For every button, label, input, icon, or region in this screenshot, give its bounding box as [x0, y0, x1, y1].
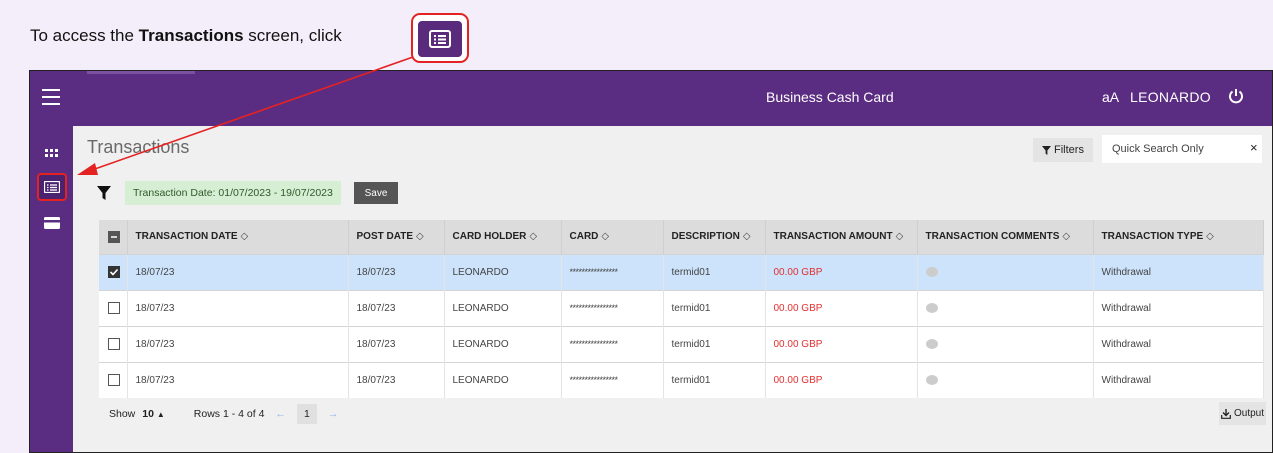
cell-card-holder: LEONARDO — [444, 325, 562, 362]
cell-card: **************** — [561, 289, 664, 326]
cell-card: **************** — [561, 253, 664, 290]
cell-amount: 00.00 GBP — [765, 325, 918, 362]
transactions-table: TRANSACTION DATE ◇ POST DATE ◇ CARD HOLDER… — [99, 220, 1264, 398]
card-icon[interactable] — [37, 209, 67, 237]
instruction-prefix: To access the — [30, 26, 139, 45]
table-header-row: TRANSACTION DATE ◇ POST DATE ◇ CARD HOLDER… — [99, 220, 1264, 254]
cell-card: **************** — [561, 325, 664, 362]
row-checkbox[interactable] — [108, 266, 120, 278]
cell-description: termid01 — [663, 361, 766, 398]
cell-card: **************** — [561, 361, 664, 398]
prev-page-button[interactable]: ← — [275, 408, 286, 420]
table-row[interactable]: 18/07/23 18/07/23 LEONARDO *************… — [99, 325, 1264, 362]
select-all-checkbox[interactable] — [108, 230, 120, 243]
table-row[interactable]: 18/07/23 18/07/23 LEONARDO *************… — [99, 289, 1264, 326]
user-name[interactable]: LEONARDO — [1130, 89, 1211, 105]
select-all-checkbox-cell[interactable] — [99, 220, 128, 254]
column-header-card[interactable]: CARD ◇ — [561, 220, 664, 254]
cell-description: termid01 — [663, 253, 766, 290]
instruction-suffix: screen, click — [243, 26, 342, 45]
column-header-card-holder[interactable]: CARD HOLDER ◇ — [444, 220, 562, 254]
top-bar-tab-indicator — [87, 71, 195, 74]
cell-amount: 00.00 GBP — [765, 253, 918, 290]
funnel-icon — [97, 186, 111, 200]
list-icon — [418, 21, 462, 57]
cell-transaction-date: 18/07/23 — [127, 325, 349, 362]
instruction-text: To access the Transactions screen, click — [30, 26, 342, 46]
output-button[interactable]: Output — [1219, 402, 1266, 425]
download-icon — [1221, 408, 1231, 419]
row-checkbox[interactable] — [108, 374, 120, 387]
filters-button[interactable]: Filters — [1033, 138, 1093, 162]
comment-icon[interactable] — [925, 338, 938, 349]
main-content: Transactions Filters × Transaction Date:… — [73, 126, 1272, 452]
cell-post-date: 18/07/23 — [348, 289, 445, 326]
app-title: Business Cash Card — [766, 89, 894, 105]
column-header-description[interactable]: DESCRIPTION ◇ — [663, 220, 766, 254]
next-page-button[interactable]: → — [328, 408, 339, 420]
grid-icon[interactable] — [37, 140, 67, 168]
sidebar — [30, 126, 73, 452]
quick-search-input[interactable] — [1102, 135, 1262, 163]
cell-transaction-date: 18/07/23 — [127, 289, 349, 326]
hamburger-icon[interactable] — [42, 89, 60, 105]
output-label: Output — [1233, 408, 1265, 419]
show-label: Show — [109, 408, 136, 420]
comment-icon[interactable] — [925, 375, 938, 386]
caret-up-icon: ▲ — [156, 410, 165, 419]
cell-type: Withdrawal — [1093, 253, 1264, 290]
cell-type: Withdrawal — [1093, 361, 1264, 398]
table-row[interactable]: 18/07/23 18/07/23 LEONARDO *************… — [99, 253, 1264, 290]
cell-transaction-date: 18/07/23 — [127, 361, 349, 398]
column-header-transaction-date[interactable]: TRANSACTION DATE ◇ — [127, 220, 349, 254]
column-header-transaction-type[interactable]: TRANSACTION TYPE ◇ — [1093, 220, 1264, 254]
column-header-transaction-amount[interactable]: TRANSACTION AMOUNT ◇ — [765, 220, 918, 254]
close-icon[interactable]: × — [1250, 140, 1258, 155]
list-icon — [44, 181, 60, 193]
cell-type: Withdrawal — [1093, 289, 1264, 326]
top-bar: Business Cash Card aA LEONARDO — [30, 71, 1272, 126]
cell-post-date: 18/07/23 — [348, 253, 445, 290]
instruction-bold: Transactions — [138, 26, 244, 45]
cell-description: termid01 — [663, 325, 766, 362]
column-header-transaction-comments[interactable]: TRANSACTION COMMENTS ◇ — [917, 220, 1094, 254]
table-row[interactable]: 18/07/23 18/07/23 LEONARDO *************… — [99, 361, 1264, 398]
cell-amount: 00.00 GBP — [765, 289, 918, 326]
page-size-select[interactable]: 10 ▲ — [142, 408, 165, 420]
column-header-post-date[interactable]: POST DATE ◇ — [348, 220, 445, 254]
cell-type: Withdrawal — [1093, 325, 1264, 362]
font-size-toggle[interactable]: aA — [1102, 89, 1119, 105]
cell-comments — [917, 289, 1094, 326]
cell-description: termid01 — [663, 289, 766, 326]
app-window: Business Cash Card aA LEONARDO Transacti… — [29, 70, 1273, 453]
cell-comments — [917, 361, 1094, 398]
page-number-button[interactable]: 1 — [296, 404, 317, 424]
cell-comments — [917, 253, 1094, 290]
cell-amount: 00.00 GBP — [765, 361, 918, 398]
row-checkbox[interactable] — [108, 338, 120, 350]
date-filter-chip[interactable]: Transaction Date: 01/07/2023 - 19/07/202… — [125, 181, 341, 205]
cell-comments — [917, 325, 1094, 362]
cell-card-holder: LEONARDO — [444, 289, 562, 326]
save-filter-button[interactable]: Save — [354, 182, 398, 204]
rows-info: Rows 1 - 4 of 4 — [193, 408, 265, 420]
cell-post-date: 18/07/23 — [348, 325, 445, 362]
page-title: Transactions — [87, 137, 190, 157]
power-icon[interactable] — [1227, 87, 1245, 105]
cell-card-holder: LEONARDO — [444, 253, 562, 290]
comment-icon[interactable] — [925, 266, 938, 277]
filters-label: Filters — [1054, 144, 1084, 156]
cell-transaction-date: 18/07/23 — [127, 253, 349, 290]
comment-icon[interactable] — [925, 302, 938, 313]
cell-card-holder: LEONARDO — [444, 361, 562, 398]
funnel-icon — [1042, 145, 1052, 155]
sidebar-item-transactions[interactable] — [37, 173, 67, 201]
pagination: Show 10 ▲ Rows 1 - 4 of 4 ← 1 → — [109, 404, 349, 424]
cell-post-date: 18/07/23 — [348, 361, 445, 398]
row-checkbox[interactable] — [108, 302, 120, 314]
